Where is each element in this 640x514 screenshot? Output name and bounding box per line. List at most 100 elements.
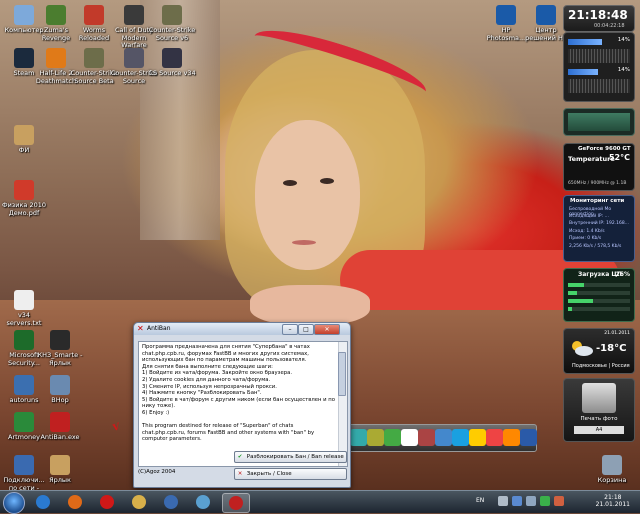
taskbar-button[interactable] [94, 493, 120, 511]
taskbar-button[interactable] [222, 493, 250, 513]
taskbar-button[interactable] [30, 493, 56, 511]
vertical-scrollbar[interactable] [338, 342, 347, 466]
taskbar-button[interactable] [62, 493, 88, 511]
antiban-window[interactable]: ✕ AntiBan – □ ✕ Программа предназначена … [133, 322, 351, 488]
close-button[interactable]: ✕ [314, 324, 340, 335]
ram-meter-bar [568, 69, 598, 75]
scrollbar-thumb[interactable] [338, 352, 346, 396]
network-title: Мониторинг сети [570, 198, 625, 204]
network-line: Исход: 1.4 Kb/s [569, 229, 605, 234]
desktop-icon-label: AntiBan.exe [40, 433, 80, 441]
maximize-button[interactable]: □ [298, 324, 314, 335]
info-text-line: 4) Нажмите кнопку "Разблокировать Бан". [142, 390, 262, 397]
dock-icon[interactable] [486, 429, 503, 446]
dock-icon[interactable] [503, 429, 520, 446]
info-text-line: 2) Удалите cookies для данного чата/фору… [142, 376, 271, 383]
cpu-core-bar [568, 283, 630, 287]
window-title: AntiBan [147, 325, 171, 332]
desktop-icon[interactable]: v34 servers.txt [0, 290, 48, 327]
desktop-icon[interactable]: CS Source v34 [148, 48, 196, 78]
dock-icon[interactable] [469, 429, 486, 446]
cpu-meter-value: 14% [617, 37, 630, 43]
display-gadget[interactable] [563, 108, 635, 136]
taskbar-app-icon [36, 495, 50, 509]
network-gadget[interactable]: Мониторинг сети Беспроводной Mo connecti… [563, 195, 635, 262]
info-text-line: This program destined for release of "Su… [142, 423, 315, 443]
checkmark-icon: ✔ [237, 454, 243, 460]
taskbar-button[interactable] [126, 493, 152, 511]
dock-icon[interactable] [367, 429, 384, 446]
info-text-line: 5) Войдите в чат/форум с другим ником (е… [142, 396, 335, 410]
close-dialog-button-label: Закрыть / Close [246, 471, 292, 477]
taskbar-app-icon [164, 495, 178, 509]
window-titlebar[interactable]: ✕ AntiBan – □ ✕ [134, 323, 350, 335]
desktop-icon-image [14, 412, 34, 432]
paper-size-select[interactable]: A4 [574, 426, 624, 434]
info-textbox[interactable]: Программа предназначена для снятия "Супе… [138, 341, 348, 467]
cpu-percent: 26% [615, 271, 630, 278]
wallpaper-face [255, 120, 360, 270]
desktop-icon-image [14, 290, 34, 310]
clock-date: 00:04:22:18 [594, 23, 625, 29]
desktop-icon[interactable]: Counter-Strike Source v6 [148, 5, 196, 42]
app-tray-icon[interactable] [554, 496, 564, 506]
dock-icon[interactable] [384, 429, 401, 446]
desktop-icon-image [14, 48, 34, 68]
printer-label: Печать фото [580, 416, 618, 422]
info-text-line: Программа предназначена для снятия "Супе… [142, 344, 310, 364]
desktop-icon[interactable]: Физика 2010 Демо.pdf [0, 180, 48, 217]
desktop-icon-label: v34 servers.txt [6, 311, 42, 327]
wallpaper-eye [320, 178, 334, 184]
language-indicator[interactable]: EN [476, 497, 484, 504]
security-tray-icon[interactable] [540, 496, 550, 506]
dock-icon[interactable] [435, 429, 452, 446]
desktop-icon[interactable]: Корзина [588, 455, 636, 485]
printer-gadget[interactable]: Печать фото A4 [563, 378, 635, 442]
tray-clock[interactable]: 21:18 21.01.2011 [596, 494, 630, 508]
wallpaper-hands [250, 285, 370, 325]
start-button[interactable] [3, 492, 25, 514]
dock-icon[interactable] [520, 429, 537, 446]
desktop-icon[interactable]: КНЗ_Smarte - Ярлык [36, 330, 84, 367]
clock-gadget[interactable]: 21:18:48 00:04:22:18 [563, 5, 635, 32]
network-line: Исходящий IP: ... [569, 214, 609, 219]
desktop-icon-image [14, 180, 34, 200]
weather-city: Подмосковье | Россия [572, 363, 630, 369]
taskbar-button[interactable] [190, 493, 216, 511]
dock-icon[interactable] [418, 429, 435, 446]
network-tray-icon[interactable] [512, 496, 522, 506]
dock-icon[interactable] [452, 429, 469, 446]
desktop-icon[interactable]: BHop [36, 375, 84, 405]
system-tray: EN 21:18 21.01.2011 [476, 493, 636, 511]
dock-icon[interactable] [350, 429, 367, 446]
close-dialog-button[interactable]: ✕ Закрыть / Close [234, 468, 347, 480]
tray-arrow-icon[interactable] [498, 496, 508, 506]
desktop-icon-image [14, 455, 34, 475]
wallpaper-eye [283, 180, 297, 186]
printer-icon [582, 383, 616, 413]
desktop-icon-image [14, 330, 34, 350]
taskbar-app-icon [229, 496, 243, 510]
desktop-icon[interactable]: Ярлык [36, 455, 84, 485]
desktop-icon-label: ФИ [18, 146, 30, 154]
desktop-icon[interactable]: ФИ [0, 125, 48, 155]
desktop-icon-image [84, 5, 104, 25]
desktop-icon[interactable]: AntiBan.exe [36, 412, 84, 442]
desktop-icon-image [496, 5, 516, 25]
desktop-icon-image [602, 455, 622, 475]
clock-time: 21:18:48 [568, 8, 628, 22]
minimize-button[interactable]: – [282, 324, 298, 335]
unban-button[interactable]: ✔ Разблокировать Бан / Ban release [234, 451, 347, 463]
gpu-gadget[interactable]: GeForce 9600 GT Temperature 52°C 650MHz … [563, 143, 635, 191]
desktop-icon-image [50, 412, 70, 432]
cpu-gadget[interactable]: Загрузка ЦП 26% [563, 268, 635, 322]
volume-icon[interactable] [526, 496, 536, 506]
dock-icon[interactable] [401, 429, 418, 446]
desktop-icon-label: Counter-Strike Source v6 [148, 26, 196, 42]
taskbar-button[interactable] [158, 493, 184, 511]
desktop-icon-image [50, 330, 70, 350]
meter-gadget[interactable]: 14% 14% [563, 32, 635, 102]
wallpaper-mouth [292, 240, 316, 245]
gpu-temp-value: 52°C [608, 153, 630, 162]
weather-gadget[interactable]: 21.01.2011 -18°C Подмосковье | Россия [563, 328, 635, 374]
